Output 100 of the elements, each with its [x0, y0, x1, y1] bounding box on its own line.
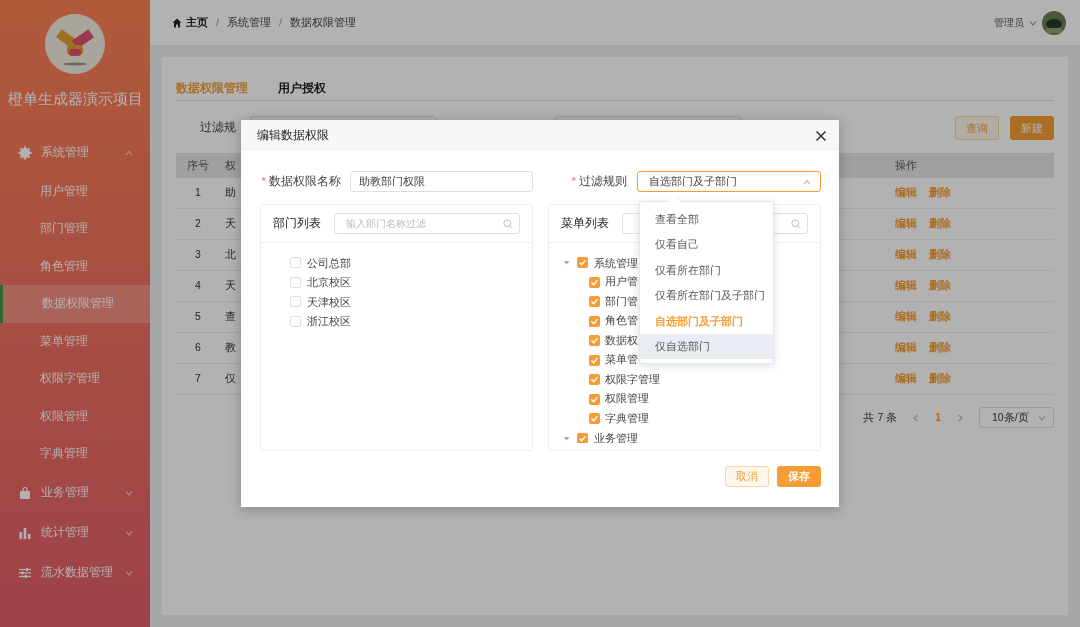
edit-link[interactable]: 编辑 — [895, 278, 917, 294]
bag-icon — [18, 485, 32, 500]
delete-link[interactable]: 删除 — [929, 309, 951, 325]
tree-label: 北京校区 — [307, 275, 351, 290]
breadcrumb-link[interactable]: 数据权限管理 — [290, 14, 357, 31]
dropdown-option[interactable]: 仅看所在部门 — [640, 257, 773, 283]
dropdown-option[interactable]: 仅看所在部门及子部门 — [640, 282, 773, 308]
tree-label: 系统管理 — [594, 255, 638, 271]
dropdown-option[interactable]: 自选部门及子部门 — [640, 308, 773, 334]
checkbox[interactable] — [290, 257, 301, 269]
table-cell: 教 — [225, 341, 236, 354]
edit-link[interactable]: 编辑 — [895, 309, 917, 325]
delete-link[interactable]: 删除 — [929, 278, 951, 294]
query-button[interactable]: 查询 — [955, 116, 999, 140]
total-count: 共 7 条 — [863, 409, 898, 425]
tree-label: 角色管 — [605, 313, 638, 329]
dropdown-option[interactable]: 查看全部 — [640, 206, 773, 232]
sidebar-item[interactable]: 菜单管理 — [0, 322, 150, 360]
breadcrumb-separator: / — [216, 15, 220, 31]
required-mark: * — [571, 174, 576, 187]
tree-label: 天津校区 — [307, 294, 351, 310]
delete-link[interactable]: 删除 — [929, 216, 951, 232]
edit-link[interactable]: 编辑 — [895, 247, 917, 263]
table-cell: 天 — [225, 217, 236, 230]
select-value: 自选部门及子部门 — [649, 173, 737, 189]
checkbox[interactable] — [577, 257, 588, 269]
breadcrumb-link[interactable]: 系统管理 — [227, 14, 272, 31]
gear-icon — [18, 145, 32, 160]
logo-icon — [45, 14, 105, 74]
tab[interactable]: 用户授权 — [278, 77, 326, 101]
delete-link[interactable]: 删除 — [929, 340, 951, 356]
table-cell: 天 — [225, 279, 236, 292]
panel-title: 菜单列表 — [561, 215, 609, 231]
sliders-icon — [18, 565, 32, 580]
delete-link[interactable]: 删除 — [929, 371, 951, 387]
bar-chart-icon — [18, 525, 32, 540]
checkbox[interactable] — [577, 432, 588, 443]
close-icon[interactable] — [815, 129, 827, 142]
rule-select[interactable]: 自选部门及子部门 — [637, 171, 821, 192]
sidebar-item[interactable]: 字典管理 — [0, 435, 150, 473]
table-cell-text: 4 — [194, 278, 202, 294]
table-cell-text: 1 — [194, 185, 202, 201]
table-cell-text: 7 — [194, 371, 202, 387]
checkbox[interactable] — [589, 413, 600, 425]
edit-link[interactable]: 编辑 — [895, 371, 917, 387]
sidebar-group[interactable]: 业务管理 — [0, 472, 150, 513]
dropdown-option[interactable]: 仅自选部门 — [640, 333, 773, 359]
table-cell: 北 — [225, 248, 236, 261]
sidebar-group[interactable]: 统计管理 — [0, 512, 150, 553]
table-cell-text: 2 — [194, 216, 202, 232]
sidebar-group[interactable]: 流水数据管理 — [0, 552, 150, 593]
sidebar-item[interactable]: 权限管理 — [0, 397, 150, 435]
checkbox[interactable] — [589, 276, 600, 288]
page-number[interactable]: 1 — [935, 409, 941, 426]
delete-link[interactable]: 删除 — [929, 247, 951, 263]
checkbox[interactable] — [589, 393, 600, 405]
checkbox[interactable] — [589, 315, 600, 327]
checkbox[interactable] — [589, 354, 600, 366]
sidebar-item[interactable]: 权限字管理 — [0, 360, 150, 398]
tree-label: 部门管 — [605, 293, 638, 309]
label-text: 数据权限名称 — [269, 174, 341, 187]
edit-link[interactable]: 编辑 — [895, 185, 917, 201]
panel-title: 部门列表 — [273, 215, 321, 231]
edit-link[interactable]: 编辑 — [895, 340, 917, 356]
page-size-select[interactable]: 10条/页 — [979, 407, 1054, 428]
tree-label: 公司总部 — [307, 255, 351, 271]
table-cell-text: 3 — [194, 247, 202, 263]
checkbox[interactable] — [290, 276, 301, 288]
next-page-icon[interactable] — [955, 412, 965, 423]
column-header: 序号 — [186, 157, 210, 173]
checkbox[interactable] — [589, 335, 600, 347]
breadcrumb-separator: / — [279, 15, 283, 31]
dropdown-option[interactable]: 仅看自己 — [640, 231, 773, 257]
breadcrumb-link[interactable]: 主页 — [186, 14, 208, 31]
tree-label: 菜单管 — [605, 352, 638, 368]
home-icon — [172, 17, 182, 28]
tab[interactable]: 数据权限管理 — [176, 77, 248, 101]
user-menu[interactable]: 管理员 — [994, 15, 1024, 30]
column-header: 权 — [225, 158, 236, 171]
name-input[interactable]: 助教部门权限 — [350, 171, 533, 192]
tree-label: 用户管 — [605, 274, 638, 290]
edit-link[interactable]: 编辑 — [895, 216, 917, 232]
checkbox[interactable] — [290, 296, 301, 308]
checkbox[interactable] — [589, 374, 600, 386]
sidebar-group[interactable]: 系统管理 — [0, 132, 150, 173]
tree-label: 数据权 — [605, 332, 638, 348]
table-cell-text: 5 — [194, 309, 202, 325]
sidebar-item[interactable]: 用户管理 — [0, 172, 150, 210]
checkbox[interactable] — [589, 296, 600, 308]
label-text: 过滤规则 — [579, 174, 627, 187]
required-mark: * — [261, 174, 266, 187]
new-button[interactable]: 新建 — [1010, 116, 1054, 140]
sidebar-item[interactable]: 角色管理 — [0, 247, 150, 285]
save-button[interactable]: 保存 — [777, 466, 821, 487]
cancel-button[interactable]: 取消 — [725, 466, 769, 487]
delete-link[interactable]: 删除 — [929, 185, 951, 201]
tree-label: 业务管理 — [594, 431, 638, 443]
app-title: 橙单生成器演示项目 — [6, 89, 144, 109]
sidebar-item[interactable]: 部门管理 — [0, 210, 150, 248]
checkbox[interactable] — [290, 315, 301, 327]
